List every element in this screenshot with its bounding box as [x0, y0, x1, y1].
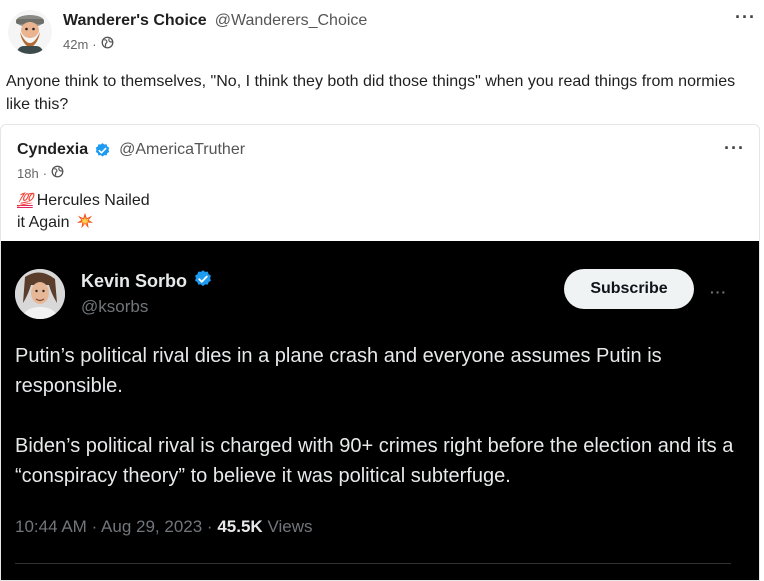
hundred-points-icon: 💯 [17, 192, 33, 207]
embedded-author-name: Kevin Sorbo [81, 271, 188, 291]
quoted-time[interactable]: 18h [17, 166, 39, 181]
avatar[interactable] [8, 10, 52, 54]
embedded-author-handle: @ksorbs [81, 297, 149, 316]
quoted-more-options-icon[interactable]: ··· [724, 139, 745, 157]
embedded-tweet-meta: 10:44 AM · Aug 29, 2023 · 45.5K Views [15, 517, 312, 537]
embedded-date: Aug 29, 2023 [101, 517, 203, 536]
post-time[interactable]: 42m [63, 37, 88, 52]
embedded-paragraph-1: Putin’s political rival dies in a plane … [15, 345, 662, 397]
post-author: Wanderer's Choice @Wanderers_Choice [63, 12, 367, 30]
author-handle[interactable]: @Wanderers_Choice [215, 12, 368, 30]
verified-badge-icon [193, 269, 213, 294]
quoted-text-line-2: it Again [17, 214, 70, 231]
more-options-icon[interactable]: ··· [735, 8, 756, 26]
more-options-icon: ··· [710, 284, 727, 300]
meta-separator: · [42, 165, 48, 181]
views-label: Views [267, 517, 313, 536]
verified-badge-icon [94, 142, 111, 159]
meta-separator: · [92, 36, 97, 52]
quoted-author: Cyndexia @AmericaTruther [17, 141, 245, 159]
avatar [15, 269, 65, 319]
quoted-post[interactable]: Cyndexia @AmericaTruther 18h · ··· 💯 Herc… [0, 124, 760, 581]
collision-icon [76, 212, 94, 230]
quoted-text-line-1: Hercules Nailed [36, 192, 150, 209]
quoted-author-handle[interactable]: @AmericaTruther [119, 141, 245, 159]
embedded-author: Kevin Sorbo [81, 269, 213, 294]
feed-post: Wanderer's Choice @Wanderers_Choice 42m … [0, 0, 764, 581]
embedded-tweet-screenshot: Kevin Sorbo @ksorbs Subscribe ··· Putin’… [1, 241, 759, 580]
quoted-author-name[interactable]: Cyndexia [17, 141, 88, 159]
subscribe-button: Subscribe [564, 269, 694, 309]
globe-icon [51, 165, 64, 181]
quoted-meta: 18h · [17, 165, 64, 181]
post-text: Anyone think to themselves, "No, I think… [6, 73, 736, 113]
embedded-tweet-text: Putin’s political rival dies in a plane … [15, 341, 745, 521]
embedded-paragraph-2: Biden’s political rival is charged with … [15, 435, 734, 487]
meta-separator: · [206, 517, 213, 536]
views-count: 45.5K [217, 517, 263, 536]
author-name[interactable]: Wanderer's Choice [63, 12, 207, 30]
embedded-time: 10:44 AM [15, 517, 87, 536]
post-meta: 42m · [63, 36, 114, 52]
globe-icon [101, 36, 114, 52]
divider [15, 563, 731, 564]
meta-separator: · [91, 517, 98, 536]
quoted-text: 💯 Hercules Nailed it Again [17, 189, 150, 234]
